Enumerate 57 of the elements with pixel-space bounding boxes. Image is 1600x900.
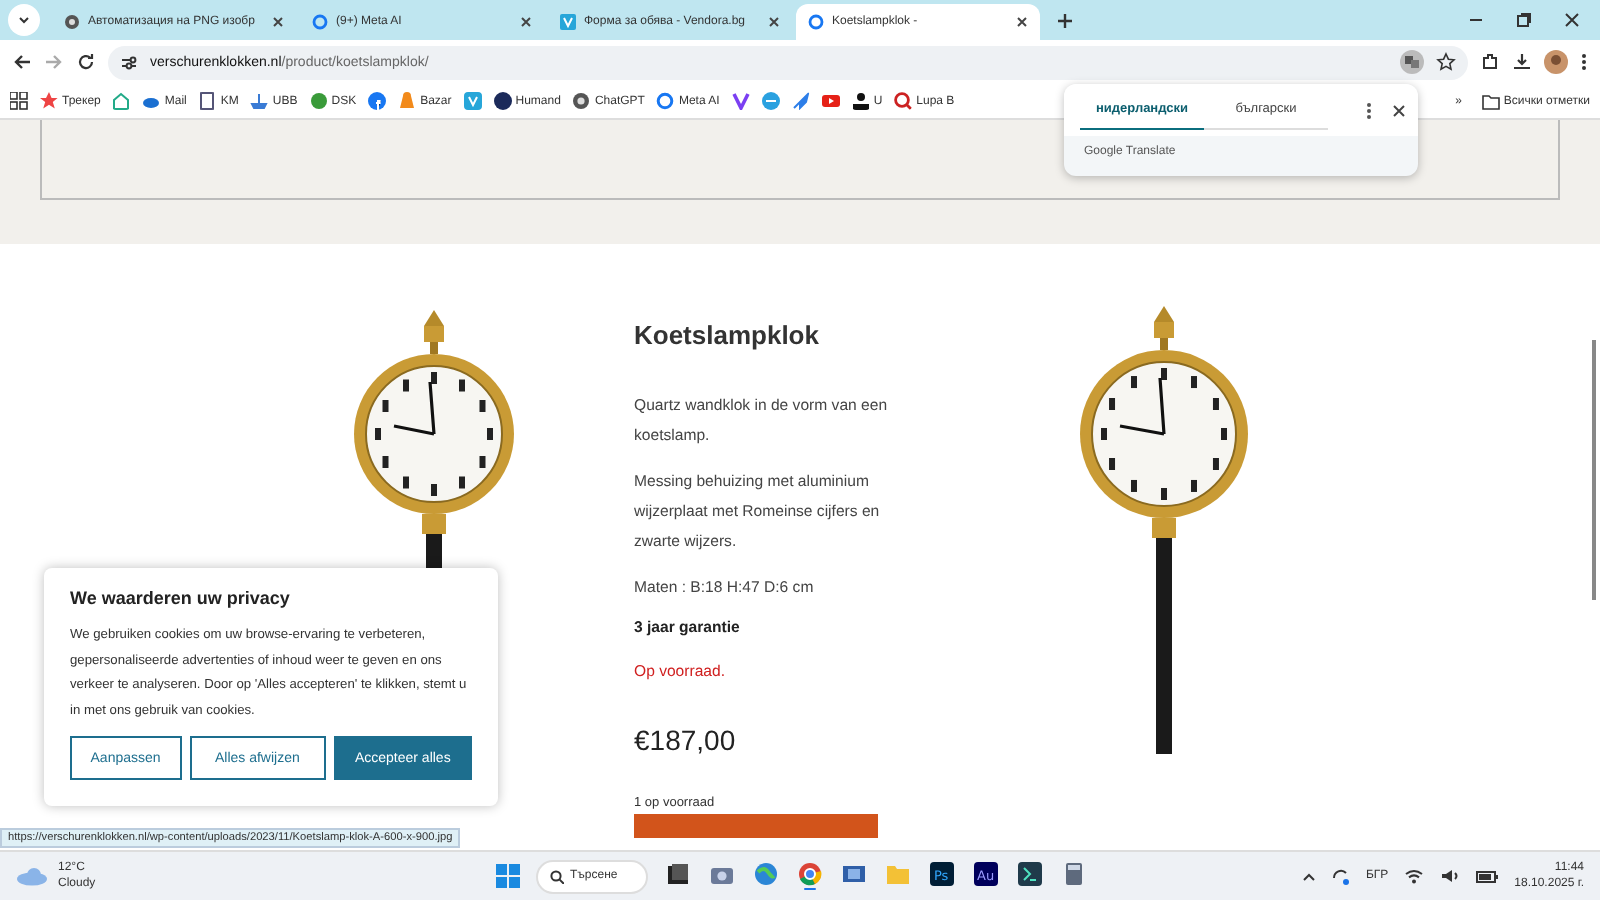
apps-grid-icon[interactable] [10, 92, 28, 110]
more-menu-icon[interactable] [1366, 101, 1372, 119]
ship-icon [250, 92, 269, 110]
play-icon[interactable] [821, 92, 840, 110]
close-icon[interactable] [1392, 103, 1406, 117]
cloud-icon [142, 92, 161, 110]
dialog-title: We waarderen uw privacy [70, 588, 292, 608]
close-icon[interactable] [1016, 16, 1028, 28]
magnifier-icon [894, 92, 913, 110]
avatar-icon[interactable] [1544, 50, 1568, 74]
star-icon [40, 92, 58, 110]
translate-icon[interactable] [1400, 50, 1424, 74]
circle-logo-icon [493, 92, 512, 110]
chrome-icon[interactable] [798, 861, 822, 886]
close-icon[interactable] [768, 16, 780, 28]
plus-icon[interactable] [1056, 11, 1074, 29]
windows-start-icon[interactable] [496, 864, 520, 888]
more-menu-icon[interactable] [1580, 52, 1588, 72]
globe-icon[interactable] [754, 861, 778, 886]
puzzle-icon[interactable] [1480, 52, 1500, 72]
document-icon [198, 92, 217, 110]
close-icon[interactable] [520, 16, 532, 28]
ring-icon [656, 92, 675, 110]
wifi-icon[interactable] [1404, 868, 1425, 884]
product-price: €187,00 [634, 724, 738, 756]
v-logo-icon [560, 14, 576, 30]
gear-icon [64, 14, 80, 30]
person-icon [851, 92, 870, 110]
ring-icon [808, 14, 824, 30]
sync-icon[interactable] [1331, 867, 1350, 885]
v-logo-icon[interactable] [463, 92, 482, 110]
restore-icon[interactable] [1516, 12, 1532, 28]
house-icon[interactable] [112, 92, 131, 110]
facebook-icon[interactable] [368, 92, 387, 110]
star-icon[interactable] [1436, 52, 1456, 72]
chevron-up-icon[interactable] [1301, 871, 1316, 881]
close-icon[interactable] [272, 16, 284, 28]
battery-icon[interactable] [1476, 869, 1499, 883]
site-info-icon[interactable] [120, 53, 138, 71]
back-arrow-icon[interactable] [12, 52, 32, 72]
gear-icon [572, 92, 591, 110]
product-title: Koetslampklok [634, 320, 821, 350]
close-icon[interactable] [1564, 12, 1580, 28]
terminal-icon[interactable] [1018, 861, 1042, 886]
calculator-icon[interactable] [1062, 861, 1086, 886]
ring-icon [312, 14, 328, 30]
bubble-icon[interactable] [761, 92, 780, 110]
search-icon [550, 869, 564, 883]
v-letter-icon[interactable] [731, 92, 750, 110]
tab-menu-button[interactable] [8, 4, 40, 36]
forward-arrow-icon [44, 52, 64, 72]
download-icon[interactable] [1512, 52, 1532, 72]
speaker-icon[interactable] [1440, 868, 1461, 884]
folder-icon [1481, 93, 1500, 109]
reload-icon[interactable] [76, 52, 96, 72]
scrollbar-thumb[interactable] [1592, 340, 1596, 600]
chevron-down-icon [18, 16, 30, 24]
